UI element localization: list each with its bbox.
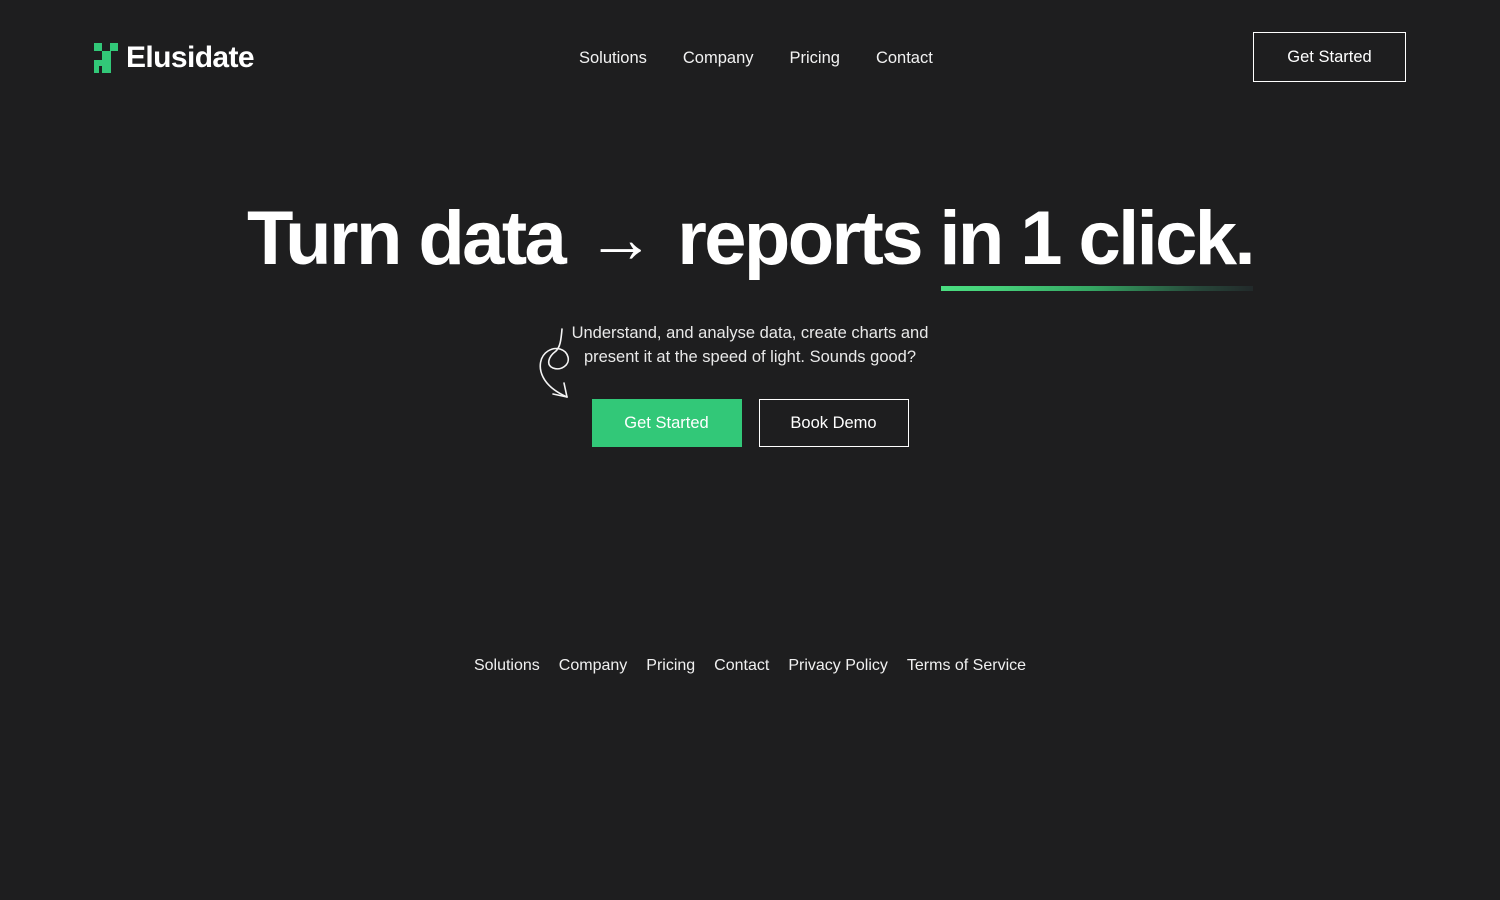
headline-emphasis: in 1 click. [939,193,1256,291]
header-get-started-button[interactable]: Get Started [1253,32,1406,82]
footer-link-solutions[interactable]: Solutions [464,655,549,677]
footer-link-terms-of-service[interactable]: Terms of Service [897,655,1035,677]
site-footer: Solutions Company Pricing Contact Privac… [0,655,1500,677]
primary-nav: Solutions Company Pricing Contact [579,46,951,70]
hero-section: Turn data → reports in 1 click. Understa… [0,115,1500,447]
footer-link-contact[interactable]: Contact [705,655,779,677]
brand-name: Elusidate [126,41,255,74]
pixel-blocks-logo-icon [94,43,122,73]
footer-link-pricing[interactable]: Pricing [637,655,705,677]
hero-cta-row: Get Started Book Demo [0,328,1500,447]
nav-item-pricing[interactable]: Pricing [772,46,858,70]
nav-item-company[interactable]: Company [665,46,772,70]
hero-subheading-line-1: Understand, and analyse data, create cha… [571,324,929,342]
brand-logo[interactable]: Elusidate [94,40,255,76]
footer-link-company[interactable]: Company [549,655,636,677]
hero-get-started-button[interactable]: Get Started [591,399,742,447]
site-header: Elusidate Solutions Company Pricing Cont… [0,0,1500,115]
nav-item-solutions[interactable]: Solutions [579,46,665,70]
page-title: Turn data → reports in 1 click. [0,193,1500,291]
right-arrow-icon: → [586,201,655,277]
hero-subheading: Understand, and analyse data, create cha… [560,321,940,369]
hero-subheading-line-2: present it at the speed of light. Sounds… [583,348,917,366]
hero-book-demo-button[interactable]: Book Demo [758,399,909,447]
landing-page: Elusidate Solutions Company Pricing Cont… [0,0,1500,900]
footer-link-privacy-policy[interactable]: Privacy Policy [779,655,898,677]
headline-part-2: reports [677,196,923,281]
nav-item-contact[interactable]: Contact [858,46,951,70]
headline-part-1: Turn data [247,196,567,281]
